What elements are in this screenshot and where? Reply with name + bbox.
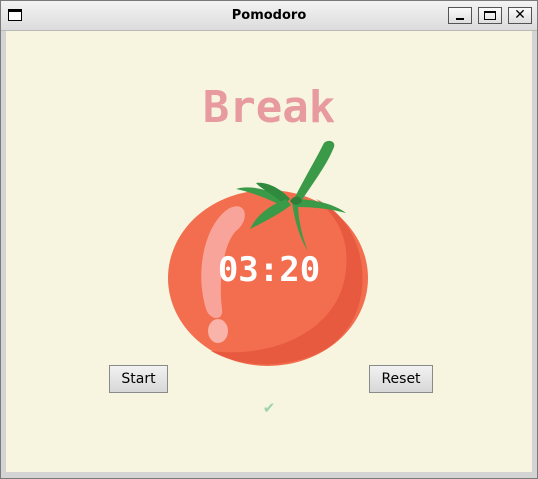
app-canvas: Break 03:20 Start Reset ✔ [6,31,532,472]
maximize-icon [484,11,496,20]
title-bar[interactable]: Pomodoro ✕ [1,1,537,31]
close-icon: ✕ [514,7,526,23]
checkmark-icon: ✔ [262,399,276,417]
close-button[interactable]: ✕ [508,7,532,24]
minimize-icon [456,18,464,20]
minimize-button[interactable] [448,7,472,24]
pomodoro-window: Pomodoro ✕ Break 03:20 Start Reset ✔ [0,0,538,479]
maximize-button[interactable] [478,7,502,24]
timer-display: 03:20 [217,250,321,290]
mode-title: Break [202,82,336,133]
reset-button[interactable]: Reset [369,365,433,393]
start-button[interactable]: Start [109,365,168,393]
